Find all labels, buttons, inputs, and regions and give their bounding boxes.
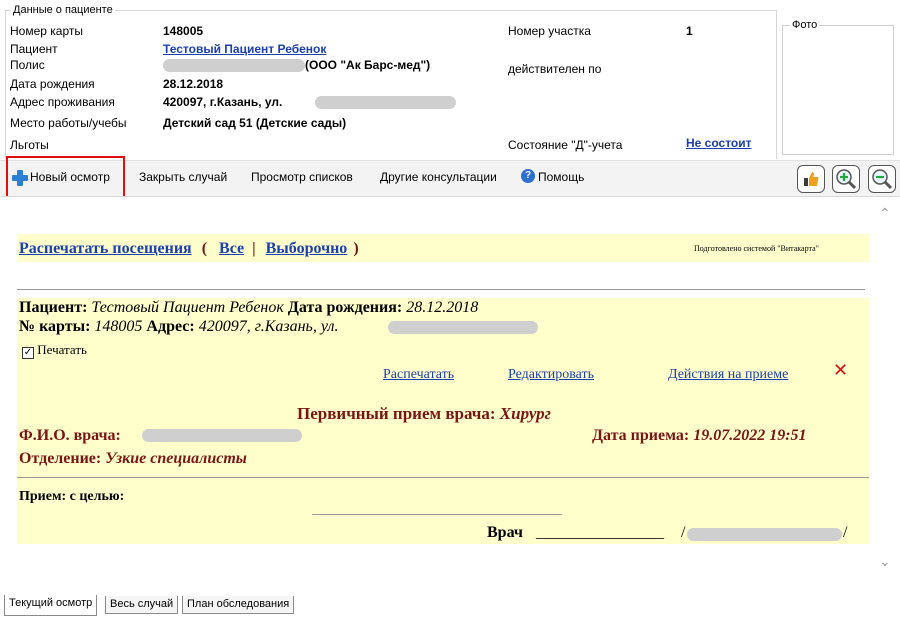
visit-specialty: Хирург xyxy=(499,404,551,423)
view-lists-button[interactable]: Просмотр списков xyxy=(251,170,353,184)
benefits-label: Льготы xyxy=(10,138,49,152)
tab-current-exam[interactable]: Текущий осмотр xyxy=(4,595,98,616)
print-checkbox[interactable]: ✓ xyxy=(22,347,34,359)
like-button[interactable] xyxy=(797,165,825,193)
summary-patient-name: Тестовый Пациент Ребенок xyxy=(91,299,284,316)
tab-exam-plan-label: План обследования xyxy=(187,598,290,610)
selective-link[interactable]: Выборочно xyxy=(266,240,348,257)
print-visits-link[interactable]: Распечатать посещения xyxy=(19,240,192,257)
help-button[interactable]: Помощь xyxy=(538,170,584,184)
tab-whole-case-label: Весь случай xyxy=(110,598,174,610)
scroll-down-icon[interactable]: ⌄ xyxy=(879,553,891,570)
dob-label: Дата рождения xyxy=(10,77,95,91)
scroll-up-icon[interactable]: ⌃ xyxy=(879,205,891,222)
photo-label: Фото xyxy=(790,19,820,31)
doctor-label: Ф.И.О. врача: xyxy=(19,427,121,444)
tab-current-exam-label: Текущий осмотр xyxy=(9,597,93,609)
department-label: Отделение: xyxy=(19,450,102,467)
print-visits-row: Распечатать посещения ( Все | Выборочно … xyxy=(19,240,359,258)
policy-value: (ООО "Ак Барс-мед") xyxy=(305,58,431,72)
department-row: Отделение: Узкие специалисты xyxy=(19,450,247,468)
patient-summary-line: Пациент: Тестовый Пациент Ребенок Дата р… xyxy=(19,299,478,317)
redacted-summary-address xyxy=(388,321,538,334)
close-case-button[interactable]: Закрыть случай xyxy=(139,170,227,184)
department-value: Узкие специалисты xyxy=(105,450,247,467)
vertical-scrollbar[interactable]: ⌃ ⌄ xyxy=(873,197,898,591)
summary-address-label: Адрес: xyxy=(146,318,195,335)
visit-title: Первичный прием врача: Хирург xyxy=(297,404,551,424)
visit-date-label: Дата приема: xyxy=(592,427,690,444)
zoom-out-button[interactable] xyxy=(868,165,896,193)
zoom-out-icon xyxy=(872,169,893,190)
redacted-doctor-signature-name xyxy=(687,528,842,541)
address-value: 420097, г.Казань, ул. xyxy=(163,95,283,109)
thumbs-up-icon xyxy=(804,172,819,186)
action-edit-link[interactable]: Редактировать xyxy=(508,367,594,383)
print-checkbox-label: Печатать xyxy=(37,342,87,357)
action-print-link[interactable]: Распечатать xyxy=(383,367,454,383)
policy-valid-label: действителен по xyxy=(508,62,602,76)
patient-name-link[interactable]: Тестовый Пациент Ребенок xyxy=(163,42,326,56)
bottom-tabs: Текущий осмотр Весь случай План обследов… xyxy=(0,594,900,622)
patient-data-group xyxy=(5,10,777,159)
signature-slash-left: / xyxy=(681,524,686,541)
policy-label: Полис xyxy=(10,58,45,72)
card-summary-line: № карты: 148005 Адрес: 420097, г.Казань,… xyxy=(19,318,338,336)
summary-patient-label: Пациент: xyxy=(19,299,88,316)
zoom-in-icon xyxy=(836,169,857,190)
summary-dob-label: Дата рождения: xyxy=(287,299,403,316)
help-icon: ? xyxy=(521,169,535,183)
district-value: 1 xyxy=(686,24,693,38)
doctor-sign-label: Врач xyxy=(487,524,523,541)
prepared-by-note: Подготовлено системой "Витакарта" xyxy=(694,244,819,253)
work-value: Детский сад 51 (Детские сады) xyxy=(163,116,347,130)
d-status-link[interactable]: Не состоит xyxy=(686,136,752,150)
photo-frame xyxy=(782,25,894,155)
delete-icon[interactable]: ✕ xyxy=(833,360,848,381)
patient-data-legend: Данные о пациенте xyxy=(11,4,115,16)
print-checkbox-row[interactable]: ✓ Печатать xyxy=(22,342,87,359)
redacted-doctor-name xyxy=(142,429,302,442)
signature-line: ________________ xyxy=(536,524,664,541)
tab-whole-case[interactable]: Весь случай xyxy=(105,596,179,614)
action-actions-link[interactable]: Действия на приеме xyxy=(668,367,788,383)
summary-dob: 28.12.2018 xyxy=(406,299,479,316)
dob-value: 28.12.2018 xyxy=(163,77,224,91)
paren-close: ) xyxy=(353,240,359,257)
signature-slash-right: / xyxy=(843,524,848,541)
district-label: Номер участка xyxy=(508,24,591,38)
address-label: Адрес проживания xyxy=(10,95,115,109)
zoom-in-button[interactable] xyxy=(832,165,860,193)
new-exam-button[interactable]: Новый осмотр xyxy=(30,170,110,184)
purpose-label: Прием: с целью: xyxy=(19,489,125,504)
card-number-label: Номер карты xyxy=(10,24,83,38)
tab-exam-plan[interactable]: План обследования xyxy=(182,596,295,614)
plus-icon xyxy=(12,170,28,186)
separator: | xyxy=(252,240,256,257)
paren-open: ( xyxy=(201,240,208,257)
visit-date: 19.07.2022 19:51 xyxy=(693,427,807,444)
summary-card: 148005 xyxy=(94,318,143,335)
d-status-label: Состояние "Д"-учета xyxy=(508,138,623,152)
redacted-policy-number xyxy=(163,59,305,72)
visit-title-label: Первичный прием врача: xyxy=(297,404,496,423)
divider-top xyxy=(17,289,865,290)
redacted-address xyxy=(315,96,456,109)
divider-middle xyxy=(17,477,869,478)
all-link[interactable]: Все xyxy=(219,240,244,257)
other-consultations-button[interactable]: Другие консультации xyxy=(380,170,497,184)
card-number-value: 148005 xyxy=(163,24,204,38)
purpose-underline xyxy=(312,514,562,515)
work-label: Место работы/учебы xyxy=(10,116,127,130)
summary-address: 420097, г.Казань, ул. xyxy=(198,318,339,335)
visit-date-row: Дата приема: 19.07.2022 19:51 xyxy=(592,427,807,445)
summary-card-label: № карты: xyxy=(19,318,91,335)
patient-label: Пациент xyxy=(10,42,58,56)
